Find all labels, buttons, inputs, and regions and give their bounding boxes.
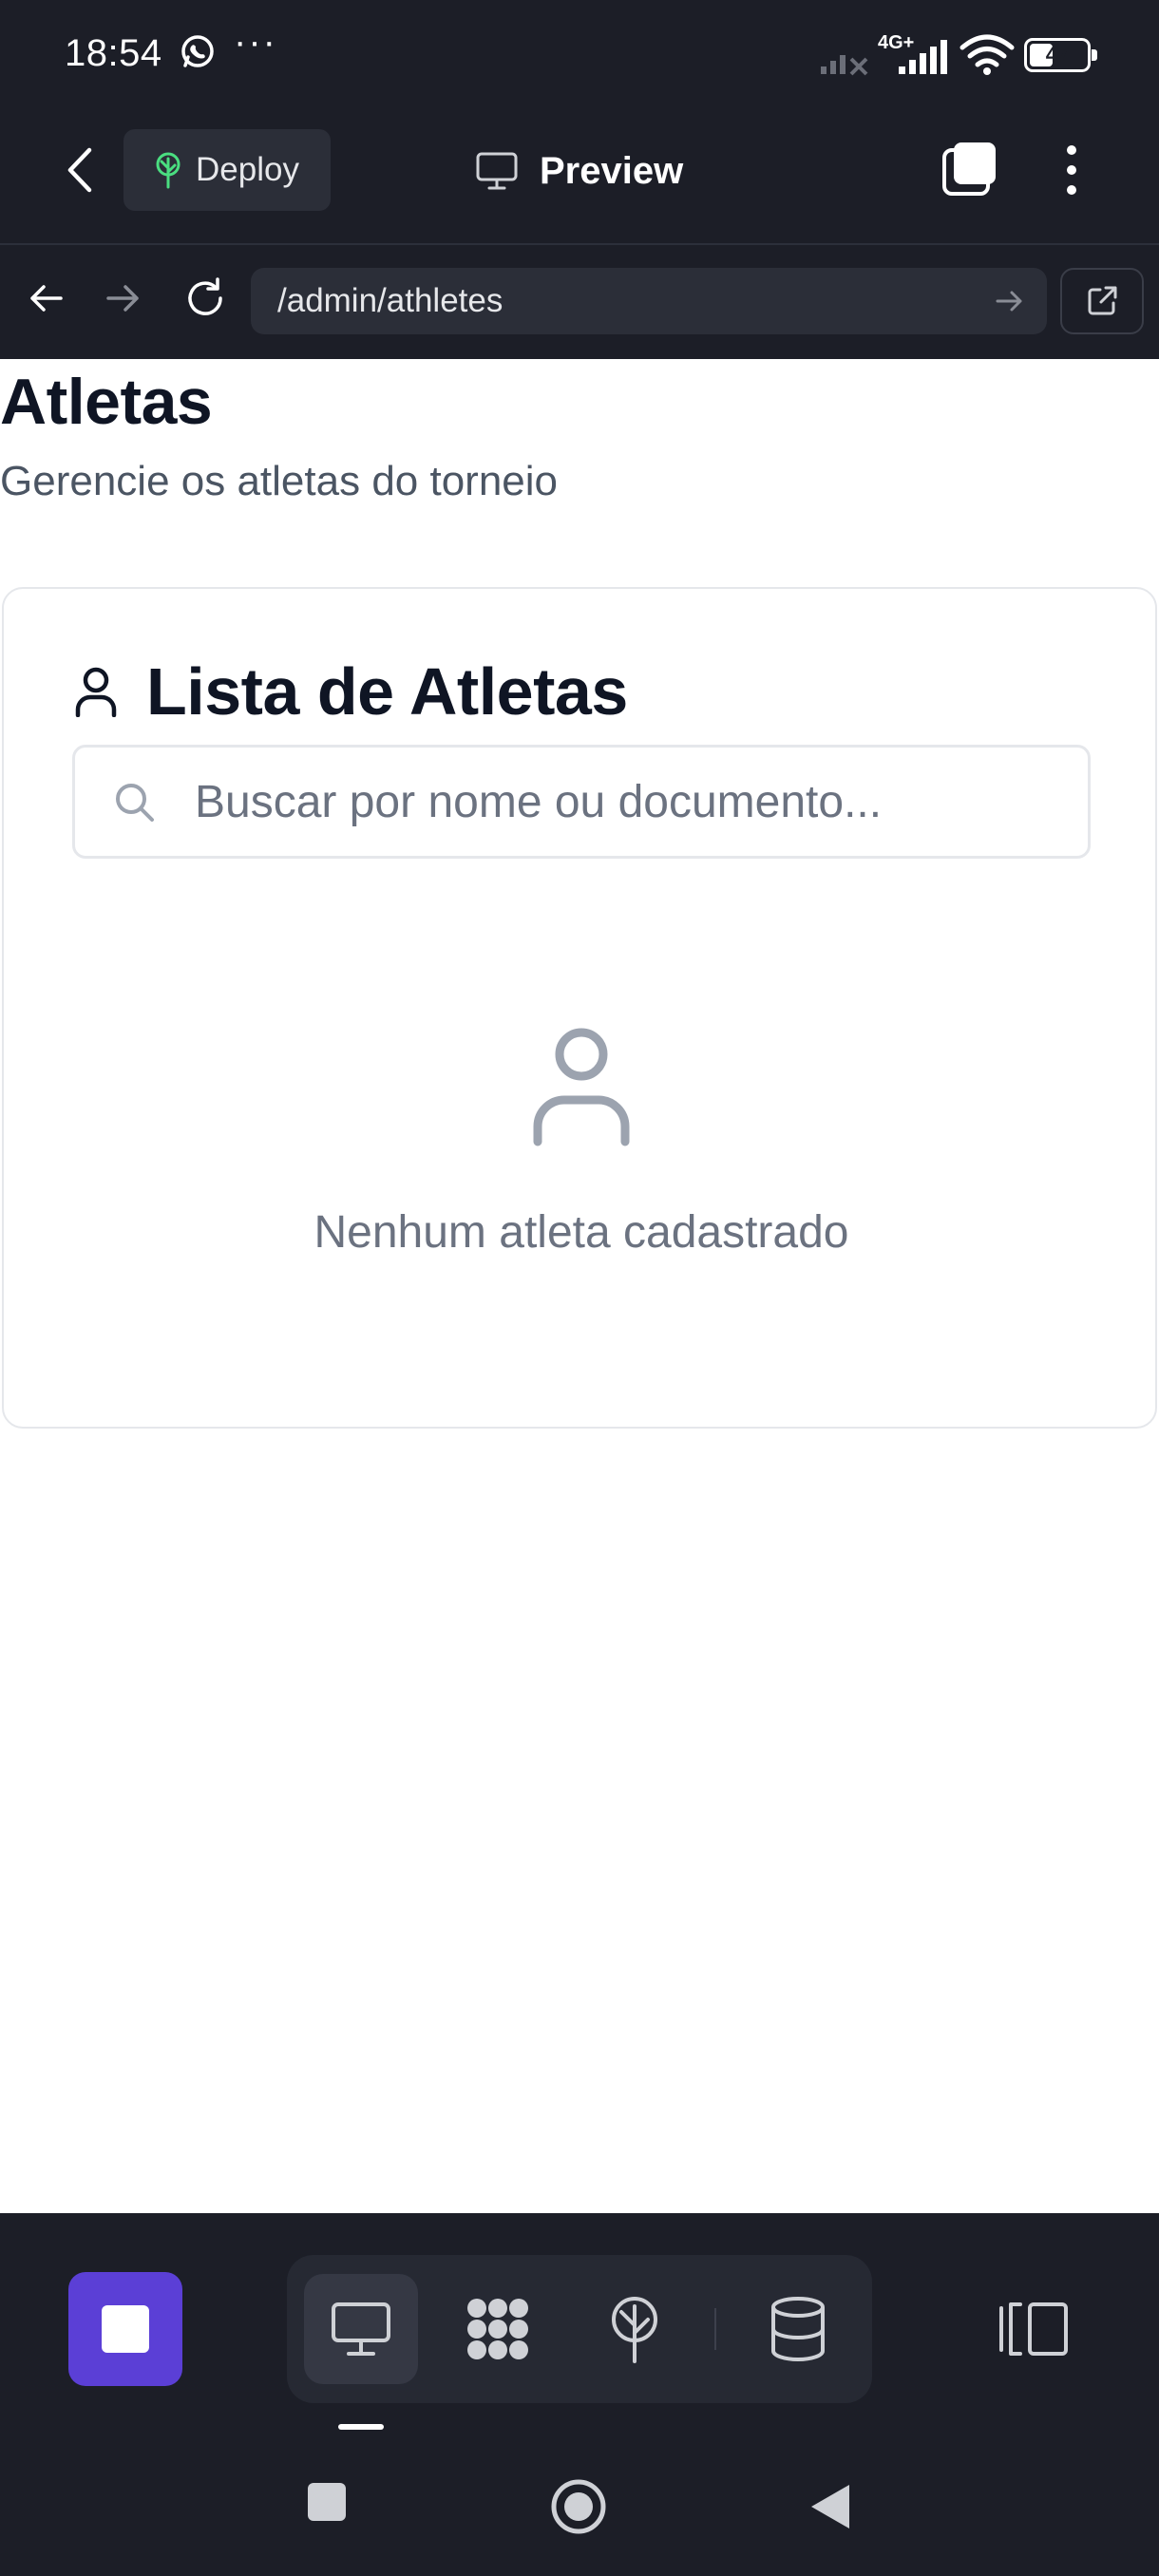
- deploy-tool-button[interactable]: [578, 2274, 692, 2384]
- search-box[interactable]: [72, 745, 1091, 859]
- more-dots-icon: ···: [234, 21, 277, 63]
- signal-icon: [899, 40, 947, 74]
- deploy-tree-icon: [612, 2297, 657, 2363]
- search-icon: [116, 784, 154, 822]
- status-time: 18:54: [65, 32, 162, 74]
- deploy-label: Deploy: [196, 151, 299, 188]
- signal-icon: [821, 55, 868, 76]
- deploy-button[interactable]: Deploy: [124, 129, 331, 211]
- whatsapp-icon: [181, 35, 214, 67]
- empty-state-message: Nenhum atleta cadastrado: [314, 1207, 849, 1258]
- url-bar[interactable]: /admin/athletes: [251, 268, 1047, 334]
- go-arrow-icon[interactable]: [994, 285, 1026, 317]
- user-icon: [533, 1028, 630, 1146]
- status-bar: 18:54 ··· 4G+ 47: [0, 0, 1159, 112]
- nav-forward-icon[interactable]: [101, 275, 146, 321]
- preview-label: Preview: [540, 149, 684, 192]
- toolbar-divider: [0, 243, 1159, 245]
- kebab-icon[interactable]: [1054, 141, 1089, 199]
- preview-tab[interactable]: Preview: [475, 142, 683, 199]
- stop-button[interactable]: [68, 2272, 182, 2386]
- search-input[interactable]: [195, 775, 1050, 828]
- card-header: Lista de Atletas: [74, 653, 628, 729]
- grid-dots-icon: [467, 2299, 528, 2359]
- panel-toggle-icon[interactable]: [998, 2299, 1070, 2359]
- tabs-icon[interactable]: [940, 141, 999, 199]
- system-back-icon[interactable]: [809, 2483, 851, 2530]
- open-external-button[interactable]: [1060, 268, 1144, 334]
- active-tab-indicator: [338, 2424, 384, 2430]
- wifi-icon: [960, 34, 1015, 75]
- external-link-icon: [1088, 286, 1117, 315]
- database-icon: [771, 2297, 825, 2361]
- home-icon[interactable]: [549, 2477, 608, 2536]
- preview-tool-button[interactable]: [304, 2274, 418, 2384]
- battery-icon: 47: [1024, 38, 1097, 72]
- back-chevron-icon[interactable]: [55, 141, 104, 199]
- grid-tool-button[interactable]: [441, 2274, 555, 2384]
- monitor-icon: [332, 2302, 390, 2356]
- athletes-card: Lista de Atletas Nenhum atleta cadastrad…: [2, 587, 1157, 1429]
- page-subtitle: Gerencie os atletas do torneio: [0, 458, 559, 504]
- database-tool-button[interactable]: [741, 2274, 855, 2384]
- nav-back-icon[interactable]: [23, 275, 68, 321]
- recents-icon[interactable]: [306, 2481, 348, 2523]
- tool-separator: [714, 2308, 716, 2350]
- url-text: /admin/athletes: [277, 282, 504, 319]
- user-icon: [75, 667, 117, 717]
- stop-icon: [102, 2305, 149, 2353]
- app-root: 18:54 ··· 4G+ 47 Deploy Preview /admin/a…: [0, 0, 1159, 2576]
- reload-icon[interactable]: [182, 275, 228, 321]
- monitor-icon: [476, 152, 518, 190]
- page-title: Atletas: [0, 366, 213, 438]
- deploy-tree-icon: [156, 152, 180, 189]
- battery-percent: 47: [1045, 43, 1070, 66]
- card-title: Lista de Atletas: [146, 654, 628, 729]
